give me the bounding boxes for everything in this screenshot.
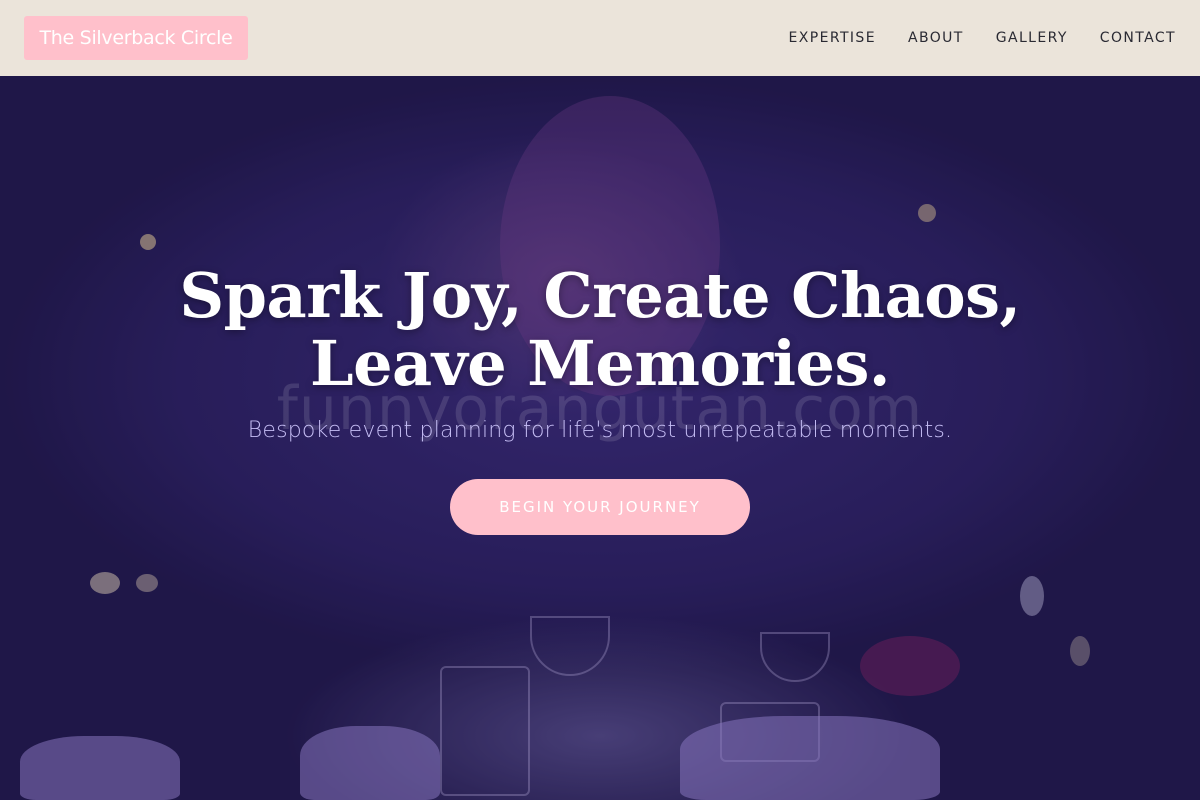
hero-section: funnyorangutan.com Spark Joy, Create Cha… — [0, 76, 1200, 800]
nav-link-gallery[interactable]: GALLERY — [996, 30, 1068, 46]
top-navbar: The Silverback Circle EXPERTISE ABOUT GA… — [0, 0, 1200, 76]
site-logo[interactable]: The Silverback Circle — [24, 16, 248, 60]
hero-content: Spark Joy, Create Chaos, Leave Memories.… — [0, 262, 1200, 535]
nav-link-about[interactable]: ABOUT — [908, 30, 964, 46]
hero-headline: Spark Joy, Create Chaos, Leave Memories. — [0, 262, 1200, 398]
nav-link-contact[interactable]: CONTACT — [1100, 30, 1176, 46]
headline-line-1: Spark Joy, Create Chaos, — [179, 259, 1021, 332]
begin-journey-button[interactable]: BEGIN YOUR JOURNEY — [450, 479, 750, 535]
hero-subtitle: Bespoke event planning for life's most u… — [247, 418, 953, 443]
nav-link-expertise[interactable]: EXPERTISE — [789, 30, 876, 46]
headline-line-2: Leave Memories. — [310, 327, 890, 400]
main-nav: EXPERTISE ABOUT GALLERY CONTACT — [757, 0, 1176, 76]
